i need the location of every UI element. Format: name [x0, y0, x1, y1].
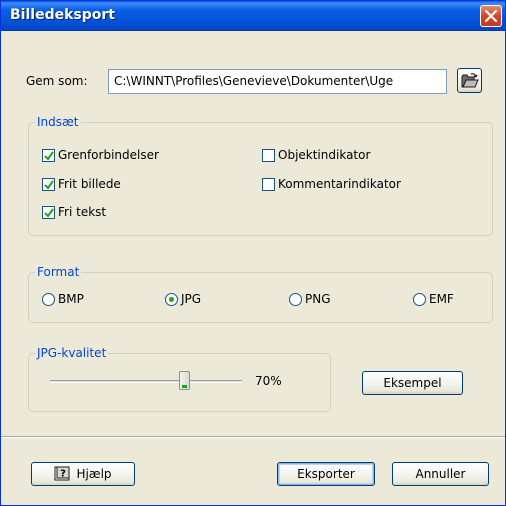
checkbox-objektindikator[interactable]: Objektindikator [262, 148, 370, 162]
checkbox-kommentarindikator[interactable]: Kommentarindikator [262, 177, 401, 191]
quality-slider-thumb[interactable] [178, 371, 190, 390]
save-as-label: Gem som: [26, 74, 88, 88]
dialog-body: Gem som: C:\WINNT\Profiles\Genevieve\Dok… [1, 32, 505, 505]
checkmark-icon [44, 179, 54, 190]
checkbox-fri-tekst[interactable]: Fri tekst [42, 205, 106, 219]
radio-jpg[interactable]: JPG [165, 292, 201, 306]
quality-group-legend: JPG-kvalitet [37, 346, 107, 360]
checkbox-box[interactable] [262, 148, 275, 162]
help-button-label: Hjælp [76, 467, 112, 481]
quality-value: 70% [255, 374, 282, 388]
export-dialog: Billedeksport Gem som: C:\WINNT\Profiles… [0, 0, 506, 506]
insert-group-legend: Indsæt [37, 115, 79, 129]
save-path-input[interactable]: C:\WINNT\Profiles\Genevieve\Dokumenter\U… [108, 69, 447, 94]
checkbox-label: Grenforbindelser [58, 148, 159, 162]
svg-text:?: ? [61, 469, 67, 480]
checkbox-box[interactable] [42, 205, 55, 219]
checkbox-frit-billede[interactable]: Frit billede [42, 177, 121, 191]
radio-emf[interactable]: EMF [413, 292, 454, 306]
radio-label: BMP [58, 292, 84, 306]
radio-circle[interactable] [289, 292, 302, 306]
radio-bmp[interactable]: BMP [42, 292, 84, 306]
radio-circle[interactable] [165, 292, 178, 306]
help-book-icon: ? [54, 466, 70, 481]
footer-separator [1, 436, 505, 438]
radio-circle[interactable] [413, 292, 426, 306]
help-button[interactable]: ? Hjælp [31, 462, 135, 486]
quality-slider-track[interactable] [50, 380, 242, 383]
checkmark-icon [44, 207, 54, 218]
example-button[interactable]: Eksempel [362, 371, 463, 395]
browse-button[interactable] [457, 68, 482, 93]
checkbox-box[interactable] [262, 177, 275, 191]
radio-label: JPG [181, 292, 202, 306]
title-bar[interactable]: Billedeksport [1, 1, 505, 31]
format-group-legend: Format [37, 265, 80, 279]
close-icon [485, 10, 497, 22]
radio-label: EMF [429, 292, 454, 306]
checkbox-grenforbindelser[interactable]: Grenforbindelser [42, 148, 159, 162]
checkbox-box[interactable] [42, 177, 55, 191]
radio-png[interactable]: PNG [289, 292, 331, 306]
export-button[interactable]: Eksporter [277, 462, 375, 486]
open-folder-icon [461, 73, 479, 88]
radio-label: PNG [305, 292, 331, 306]
checkbox-label: Kommentarindikator [278, 177, 401, 191]
checkbox-label: Objektindikator [278, 148, 371, 162]
close-button[interactable] [480, 5, 502, 27]
radio-circle[interactable] [42, 292, 55, 306]
radio-selected-dot [169, 296, 174, 302]
cancel-button[interactable]: Annuller [392, 462, 489, 486]
checkbox-label: Frit billede [58, 177, 121, 191]
checkmark-icon [44, 150, 54, 161]
checkbox-box[interactable] [42, 148, 55, 162]
window-title: Billedeksport [10, 7, 115, 23]
checkbox-label: Fri tekst [58, 205, 107, 219]
